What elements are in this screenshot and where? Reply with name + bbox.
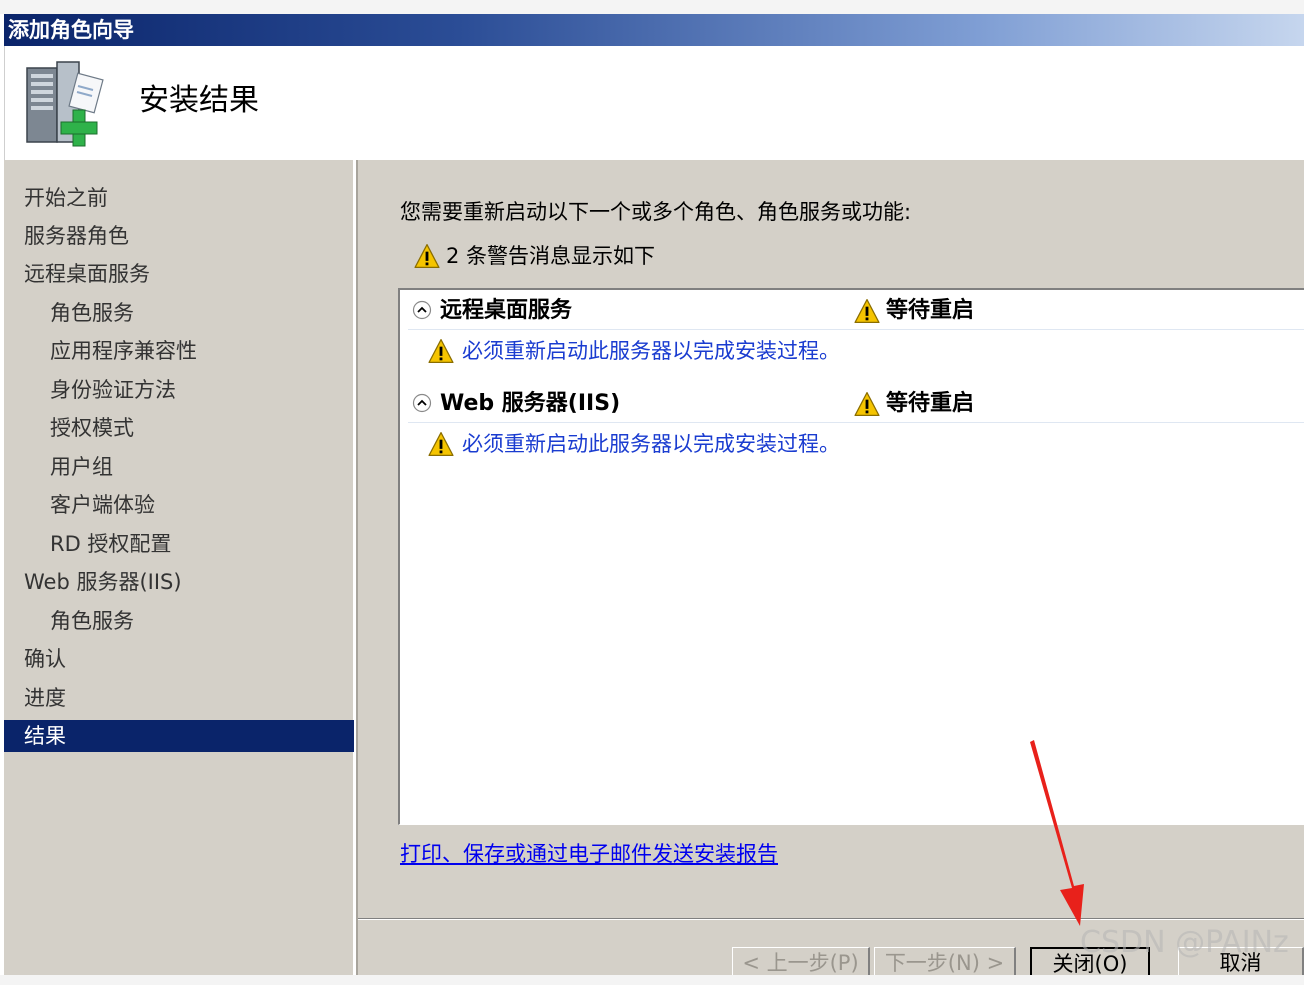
nav-item-progress[interactable]: 进度 [4, 682, 354, 714]
result-detail[interactable]: 必须重新启动此服务器以完成安装过程。 [428, 336, 840, 366]
wizard-step-nav: 开始之前 服务器角色 远程桌面服务 角色服务 应用程序兼容性 身份验证方法 授权… [4, 160, 354, 975]
group-name: 远程桌面服务 [440, 298, 573, 323]
nav-item-rd-licensing-config[interactable]: RD 授权配置 [4, 528, 354, 560]
wizard-header: 安装结果 [4, 46, 1304, 160]
group-status-text: 等待重启 [886, 391, 975, 416]
group-divider [408, 329, 1304, 330]
nav-item-results[interactable]: 结果 [4, 720, 354, 752]
nav-item-client-experience[interactable]: 客户端体验 [4, 489, 354, 521]
installation-report-link[interactable]: 打印、保存或通过电子邮件发送安装报告 [400, 840, 778, 868]
group-status-text: 等待重启 [886, 298, 975, 323]
warning-icon [428, 338, 454, 364]
watermark: CSDN @PAINz [1080, 925, 1289, 960]
group-divider [408, 422, 1304, 423]
nav-item-remote-desktop-services[interactable]: 远程桌面服务 [4, 258, 354, 290]
group-status: 等待重启 [854, 296, 974, 326]
restart-message: 您需要重新启动以下一个或多个角色、角色服务或功能: [400, 200, 912, 224]
warning-summary: 2 条警告消息显示如下 [414, 242, 655, 270]
results-list[interactable]: 远程桌面服务 等待重启 必须重新启动此服务器以完成安装过程。 Web 服务器(I… [398, 288, 1304, 825]
window-title: 添加角色向导 [8, 18, 134, 42]
warning-icon [414, 243, 440, 269]
annotation-arrow-icon [1030, 740, 1084, 926]
nav-item-confirmation[interactable]: 确认 [4, 643, 354, 675]
collapse-chevron-icon[interactable] [412, 300, 432, 320]
result-detail-text: 必须重新启动此服务器以完成安装过程。 [462, 432, 840, 456]
page-title: 安装结果 [139, 83, 259, 118]
warning-icon [854, 298, 880, 324]
result-group-remote-desktop: 远程桌面服务 等待重启 [408, 292, 1304, 330]
nav-item-web-server-iis[interactable]: Web 服务器(IIS) [4, 566, 354, 598]
button-bar-highlight [358, 919, 1304, 920]
window-title-bar[interactable]: 添加角色向导 [4, 14, 1304, 46]
nav-item-licensing-mode[interactable]: 授权模式 [4, 412, 354, 444]
nav-item-authentication-method[interactable]: 身份验证方法 [4, 374, 354, 406]
server-add-icon [26, 61, 104, 147]
group-name: Web 服务器(IIS) [440, 391, 621, 416]
warning-icon [854, 391, 880, 417]
nav-item-server-roles[interactable]: 服务器角色 [4, 220, 354, 252]
nav-item-user-groups[interactable]: 用户组 [4, 451, 354, 483]
result-detail[interactable]: 必须重新启动此服务器以完成安装过程。 [428, 429, 840, 459]
nav-item-before-you-begin[interactable]: 开始之前 [4, 182, 354, 214]
nav-item-application-compatibility[interactable]: 应用程序兼容性 [4, 335, 354, 367]
group-status: 等待重启 [854, 389, 974, 419]
result-group-web-server-iis: Web 服务器(IIS) 等待重启 [408, 385, 1304, 423]
result-detail-text: 必须重新启动此服务器以完成安装过程。 [462, 339, 840, 363]
warning-summary-text: 2 条警告消息显示如下 [446, 244, 656, 268]
warning-icon [428, 431, 454, 457]
top-strip [0, 0, 1304, 14]
results-panel: 您需要重新启动以下一个或多个角色、角色服务或功能: 2 条警告消息显示如下 远程… [358, 160, 1304, 918]
nav-item-role-services[interactable]: 角色服务 [4, 297, 354, 329]
collapse-chevron-icon[interactable] [412, 393, 432, 413]
nav-item-iis-role-services[interactable]: 角色服务 [4, 605, 354, 637]
bottom-strip [0, 975, 1304, 985]
